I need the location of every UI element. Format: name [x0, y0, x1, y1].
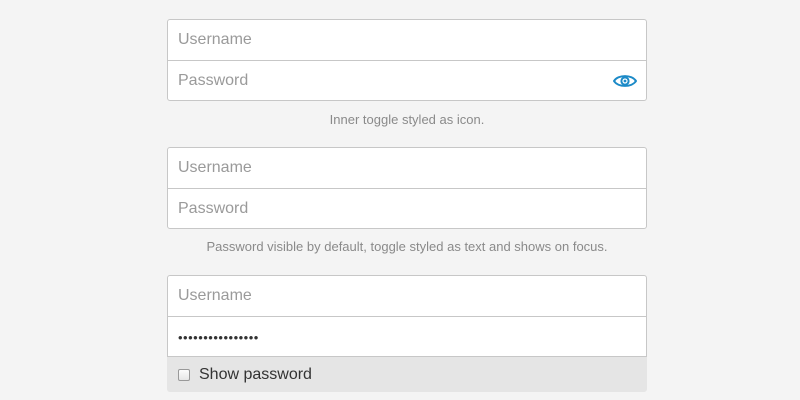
username-field-row: [168, 20, 646, 60]
password-input[interactable]: [168, 61, 646, 100]
username-field-row: [168, 276, 646, 316]
password-input[interactable]: [168, 317, 646, 356]
password-input[interactable]: [168, 189, 646, 228]
caption-text-toggle: Password visible by default, toggle styl…: [206, 239, 608, 254]
login-form-icon-toggle: [167, 19, 647, 101]
show-password-checkbox[interactable]: [178, 368, 190, 381]
caption-icon-toggle: Inner toggle styled as icon.: [329, 112, 485, 127]
username-input[interactable]: [168, 148, 646, 188]
username-input[interactable]: [168, 20, 646, 60]
password-field-row: [168, 316, 646, 356]
show-password-bar: Show password: [167, 357, 647, 392]
username-input[interactable]: [168, 276, 646, 316]
login-form-checkbox-toggle: [167, 275, 647, 357]
demo-container: Inner toggle styled as icon. Password vi…: [167, 19, 647, 392]
login-form-text-toggle: [167, 147, 647, 229]
eye-icon[interactable]: [612, 70, 638, 92]
show-password-label[interactable]: Show password: [199, 366, 312, 384]
password-field-row: [168, 60, 646, 100]
password-field-row: [168, 188, 646, 228]
username-field-row: [168, 148, 646, 188]
